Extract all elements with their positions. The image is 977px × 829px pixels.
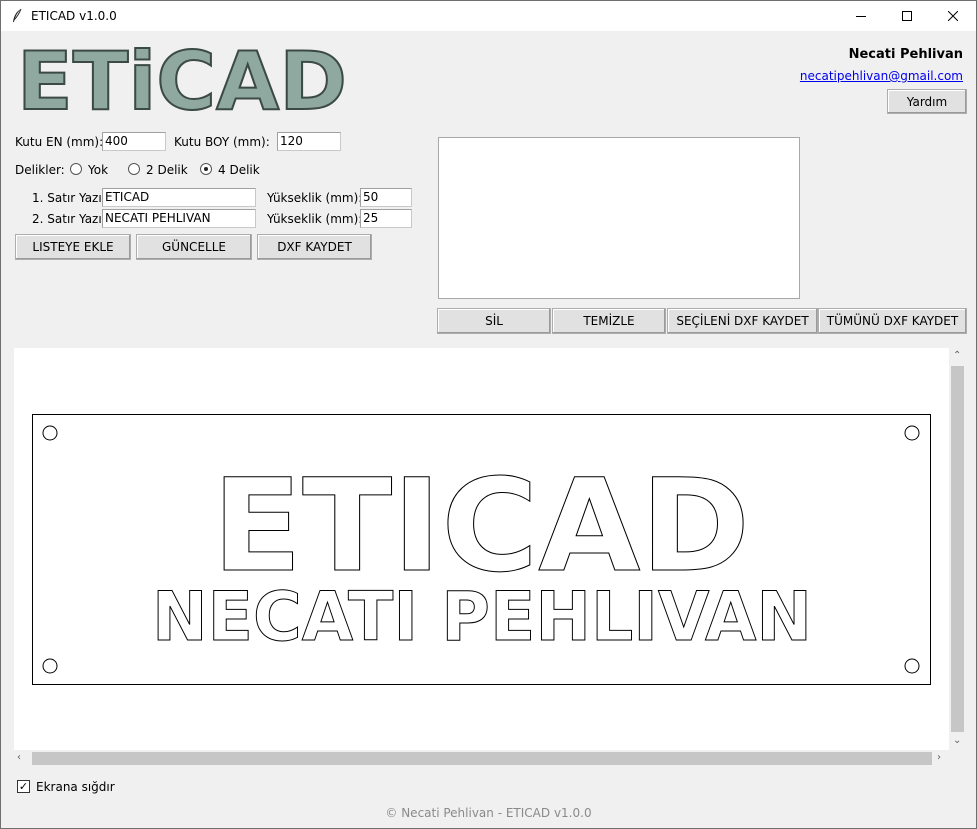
holes-option-four-label: 4 Delik — [218, 163, 260, 177]
line1-label: 1. Satır Yazı: — [32, 191, 106, 205]
width-input[interactable]: 400 — [102, 132, 166, 151]
width-label: Kutu EN (mm): — [15, 135, 104, 149]
update-button[interactable]: GÜNCELLE — [136, 234, 252, 260]
maximize-icon — [902, 11, 912, 21]
hole-bottom-left — [42, 658, 58, 674]
vertical-scrollbar[interactable]: ⌃ ⌄ — [949, 348, 966, 750]
item-listbox[interactable] — [438, 137, 800, 299]
fit-to-screen-label: Ekrana sığdır — [36, 780, 115, 794]
horizontal-scroll-thumb[interactable] — [32, 752, 932, 765]
line2-height-input[interactable]: 25 — [360, 209, 412, 228]
holes-option-two-label: 2 Delik — [146, 163, 188, 177]
line1-input[interactable]: ETICAD — [102, 188, 256, 207]
scroll-down-icon[interactable]: ⌄ — [953, 736, 961, 746]
vertical-scroll-thumb[interactable] — [951, 366, 964, 732]
holes-radio-none[interactable] — [70, 163, 82, 175]
close-button[interactable] — [930, 1, 976, 31]
plate-preview: ETICAD NECATI PEHLIVAN — [32, 414, 931, 685]
save-all-dxf-button[interactable]: TÜMÜNÜ DXF KAYDET — [818, 308, 967, 334]
line2-height-label: Yükseklik (mm): — [267, 212, 363, 226]
height-input[interactable]: 120 — [277, 132, 341, 151]
hole-top-right — [904, 425, 920, 441]
window-title: ETICAD v1.0.0 — [31, 9, 117, 23]
line1-height-input[interactable]: 50 — [360, 188, 412, 207]
scroll-right-icon[interactable]: › — [937, 753, 941, 763]
holes-label: Delikler: — [15, 163, 65, 177]
logo-text: ETiCAD — [17, 41, 347, 117]
delete-button[interactable]: SİL — [437, 308, 551, 334]
scroll-up-icon[interactable]: ⌃ — [953, 351, 961, 361]
help-button[interactable]: Yardım — [887, 89, 967, 114]
maximize-button[interactable] — [884, 1, 930, 31]
author-email-link[interactable]: necatipehlivan@gmail.com — [800, 69, 963, 83]
eticad-logo: ETiCAD — [16, 41, 348, 117]
close-icon — [948, 11, 958, 21]
line1-height-label: Yükseklik (mm): — [267, 191, 363, 205]
save-dxf-button[interactable]: DXF KAYDET — [257, 234, 372, 260]
feather-icon — [13, 8, 22, 22]
preview-line2-text: NECATI PEHLIVAN — [152, 578, 812, 657]
hole-bottom-right — [904, 658, 920, 674]
fit-to-screen-checkbox[interactable]: ✓ — [17, 780, 30, 793]
checkmark-icon: ✓ — [18, 780, 29, 793]
hole-top-left — [42, 425, 58, 441]
title-bar[interactable]: ETICAD v1.0.0 — [1, 1, 976, 31]
minimize-icon — [856, 16, 866, 17]
holes-radio-four[interactable] — [200, 163, 212, 175]
line2-label: 2. Satır Yazı: — [32, 212, 106, 226]
holes-option-none-label: Yok — [88, 163, 109, 177]
horizontal-scrollbar[interactable]: ‹ › — [14, 750, 949, 767]
add-to-list-button[interactable]: LISTEYE EKLE — [15, 234, 131, 260]
line2-input[interactable]: NECATI PEHLIVAN — [102, 209, 256, 228]
holes-radio-two[interactable] — [128, 163, 140, 175]
scroll-left-icon[interactable]: ‹ — [17, 753, 21, 763]
height-label: Kutu BOY (mm): — [174, 135, 270, 149]
app-window: ETICAD v1.0.0 ETiCAD Necati Pehlivan nec… — [0, 0, 977, 829]
preview-canvas[interactable]: ETICAD NECATI PEHLIVAN — [14, 348, 949, 750]
minimize-button[interactable] — [838, 1, 884, 31]
save-selected-dxf-button[interactable]: SEÇİLENİ DXF KAYDET — [667, 308, 818, 334]
clear-button[interactable]: TEMİZLE — [552, 308, 666, 334]
footer-copyright: © Necati Pehlivan - ETICAD v1.0.0 — [385, 806, 592, 820]
author-name: Necati Pehlivan — [848, 47, 963, 62]
